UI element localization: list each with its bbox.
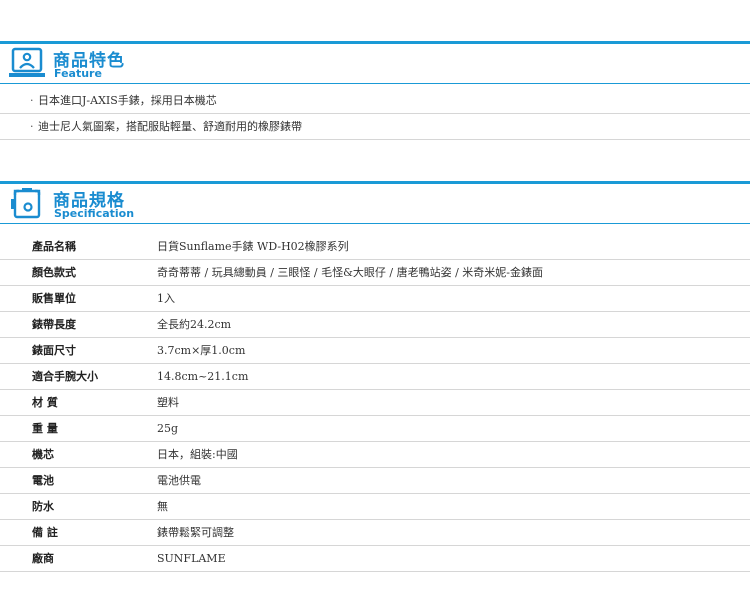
feature-item: · 迪士尼人氣圖案，搭配服貼輕量、舒適耐用的橡膠錶帶 (0, 114, 750, 140)
row-label: 產品名稱 (32, 240, 76, 253)
row-value: 3.7cm×厚1.0cm (157, 344, 246, 357)
row-label: 材 質 (32, 396, 58, 409)
row-value: 日貨Sunflame手錶 WD-H02橡膠系列 (157, 240, 349, 253)
spec-subtitle: Specification (54, 207, 135, 220)
row-value: 25g (157, 422, 179, 435)
table-row: 販售單位 1入 (0, 286, 750, 312)
row-label: 廠商 (32, 552, 54, 565)
row-value: 日本，組裝:中國 (157, 448, 238, 461)
row-value: 全長約24.2cm (157, 318, 232, 331)
table-row: 電池 電池供電 (0, 468, 750, 494)
row-label: 錶帶長度 (32, 318, 76, 331)
table-row: 適合手腕大小 14.8cm~21.1cm (0, 364, 750, 390)
row-label: 防水 (32, 500, 54, 513)
feature-subtitle: Feature (54, 67, 102, 80)
spec-table: 產品名稱 日貨Sunflame手錶 WD-H02橡膠系列 顏色款式 奇奇蒂蒂 / 玩… (0, 234, 750, 572)
table-row: 重 量 25g (0, 416, 750, 442)
table-row: 產品名稱 日貨Sunflame手錶 WD-H02橡膠系列 (0, 234, 750, 260)
row-label: 顏色款式 (32, 266, 76, 279)
row-label: 販售單位 (32, 292, 76, 305)
row-label: 錶面尺寸 (32, 344, 76, 357)
row-label: 備 註 (32, 526, 58, 539)
table-row: 機芯 日本，組裝:中國 (0, 442, 750, 468)
device-frame-icon (11, 188, 41, 219)
row-value: 錶帶鬆緊可調整 (157, 526, 234, 539)
row-value: 1入 (157, 292, 175, 305)
table-row: 錶帶長度 全長約24.2cm (0, 312, 750, 338)
table-row: 材 質 塑料 (0, 390, 750, 416)
feature-header: 商品特色 Feature (0, 41, 750, 84)
spec-header: 商品規格 Specification (0, 181, 750, 224)
row-label: 重 量 (32, 422, 58, 435)
table-row: 防水 無 (0, 494, 750, 520)
row-value: 電池供電 (157, 474, 201, 487)
feature-item: · 日本進口J-AXIS手錶，採用日本機芯 (0, 88, 750, 114)
row-value: 塑料 (157, 396, 179, 409)
table-row: 廠商 SUNFLAME (0, 546, 750, 572)
table-row: 顏色款式 奇奇蒂蒂 / 玩具總動員 / 三眼怪 / 毛怪&大眼仔 / 唐老鴨站姿 … (0, 260, 750, 286)
row-value: SUNFLAME (157, 552, 226, 565)
row-value: 奇奇蒂蒂 / 玩具總動員 / 三眼怪 / 毛怪&大眼仔 / 唐老鴨站姿 / 米奇… (157, 266, 544, 279)
row-label: 適合手腕大小 (32, 370, 98, 383)
row-value: 14.8cm~21.1cm (157, 370, 249, 383)
feature-list: · 日本進口J-AXIS手錶，採用日本機芯 · 迪士尼人氣圖案，搭配服貼輕量、舒適耐… (0, 88, 750, 140)
row-label: 電池 (32, 474, 54, 487)
row-label: 機芯 (32, 448, 54, 461)
table-row: 備 註 錶帶鬆緊可調整 (0, 520, 750, 546)
row-value: 無 (157, 500, 168, 513)
table-row: 錶面尺寸 3.7cm×厚1.0cm (0, 338, 750, 364)
monitor-person-icon (9, 47, 45, 77)
